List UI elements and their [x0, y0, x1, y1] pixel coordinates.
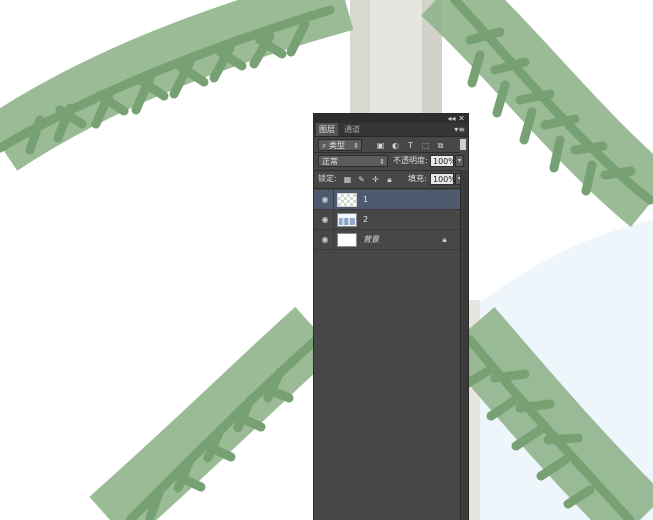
smart-object-filter-icon[interactable]: ⧉ [435, 140, 446, 151]
type-filter-icon[interactable]: T [405, 140, 416, 151]
panel-title-bar[interactable]: ◂◂ ✕ [314, 114, 468, 123]
lock-icon[interactable]: 🔒︎ [440, 235, 449, 245]
shape-filter-icon[interactable]: ⬚ [420, 140, 431, 151]
blend-mode-value: 正常 [322, 157, 338, 166]
divider [314, 152, 460, 153]
layer-row-1[interactable]: ◉ 1 [314, 190, 460, 210]
layers-panel: ◂◂ ✕ 图层 通道 ▾≡ ⌕ 类型 ⇕ ▣ ◐ T ⬚ ⧉ 正常 ⇕ 不透明度… [314, 114, 468, 520]
eye-icon[interactable]: ◉ [320, 195, 330, 205]
divider [314, 170, 460, 171]
tab-channels[interactable]: 通道 [341, 123, 363, 136]
lock-row: 锁定: ▦ ✎ ✛ 🔒︎ 填充: 100% ▾ [314, 172, 468, 186]
opacity-dropdown-button[interactable]: ▾ [455, 155, 464, 167]
lock-paint-icon[interactable]: ✎ [356, 174, 367, 185]
panel-tabs: 图层 通道 ▾≡ [314, 123, 468, 137]
layer-name[interactable]: 2 [363, 210, 368, 230]
divider [333, 190, 334, 210]
blend-row: 正常 ⇕ 不透明度: 100% ▾ [314, 154, 468, 168]
layer-row-background[interactable]: ◉ 背景 🔒︎ [314, 230, 460, 250]
chevron-updown-icon: ⇕ [379, 158, 385, 166]
divider [333, 230, 334, 250]
divider [314, 188, 460, 189]
eye-icon[interactable]: ◉ [320, 235, 330, 245]
layer-thumbnail [337, 213, 357, 227]
divider [333, 210, 334, 230]
tab-layers[interactable]: 图层 [316, 123, 338, 136]
image-filter-icon[interactable]: ▣ [375, 140, 386, 151]
lock-label: 锁定: [318, 174, 337, 183]
opacity-input[interactable]: 100% [430, 155, 456, 167]
filter-kind-select[interactable]: ⌕ 类型 ⇕ [318, 139, 362, 151]
collapse-icon[interactable]: ◂◂ [447, 114, 456, 123]
filter-kind-label: 类型 [329, 141, 346, 150]
layer-thumbnail [337, 193, 357, 207]
lock-all-icon[interactable]: 🔒︎ [384, 174, 395, 185]
layer-name[interactable]: 1 [363, 190, 368, 210]
layer-row-2[interactable]: ◉ 2 [314, 210, 460, 230]
fill-input[interactable]: 100% [430, 173, 456, 185]
chevron-updown-icon: ⇕ [353, 142, 359, 150]
layers-scrollbar[interactable] [460, 170, 468, 520]
close-icon[interactable]: ✕ [457, 114, 466, 123]
adjustment-filter-icon[interactable]: ◐ [390, 140, 401, 151]
layer-thumbnail [337, 233, 357, 247]
blend-mode-select[interactable]: 正常 ⇕ [318, 155, 388, 167]
filter-toggle-switch[interactable] [460, 139, 466, 150]
layer-name[interactable]: 背景 [363, 230, 379, 250]
lock-transparent-icon[interactable]: ▦ [342, 174, 353, 185]
search-icon: ⌕ [322, 141, 330, 150]
opacity-label: 不透明度: [393, 156, 428, 165]
fill-label: 填充: [408, 174, 427, 183]
eye-icon[interactable]: ◉ [320, 215, 330, 225]
panel-menu-icon[interactable]: ▾≡ [454, 123, 465, 136]
lock-move-icon[interactable]: ✛ [370, 174, 381, 185]
filter-row: ⌕ 类型 ⇕ ▣ ◐ T ⬚ ⧉ [314, 138, 468, 152]
